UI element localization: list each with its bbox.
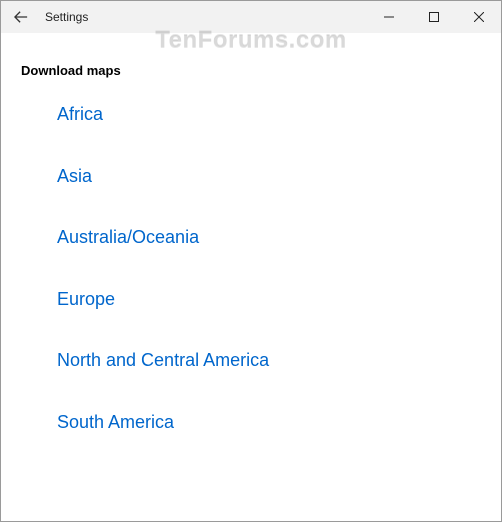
region-item-north-central-america[interactable]: North and Central America [57, 350, 481, 372]
region-item-asia[interactable]: Asia [57, 166, 481, 188]
back-arrow-icon [14, 10, 28, 24]
minimize-button[interactable] [366, 1, 411, 33]
region-item-south-america[interactable]: South America [57, 412, 481, 434]
close-icon [474, 12, 484, 22]
page-heading: Download maps [21, 63, 481, 78]
region-item-africa[interactable]: Africa [57, 104, 481, 126]
titlebar: Settings [1, 1, 501, 33]
content-area: TenForums.com Download maps Africa Asia … [1, 33, 501, 521]
maximize-icon [429, 12, 439, 22]
minimize-icon [384, 12, 394, 22]
back-button[interactable] [1, 1, 41, 33]
window-title: Settings [45, 10, 88, 24]
region-list: Africa Asia Australia/Oceania Europe Nor… [21, 104, 481, 434]
region-item-europe[interactable]: Europe [57, 289, 481, 311]
region-item-australia-oceania[interactable]: Australia/Oceania [57, 227, 481, 249]
maximize-button[interactable] [411, 1, 456, 33]
settings-window: Settings TenForums.com Download maps Afr… [0, 0, 502, 522]
window-controls [366, 1, 501, 33]
close-button[interactable] [456, 1, 501, 33]
